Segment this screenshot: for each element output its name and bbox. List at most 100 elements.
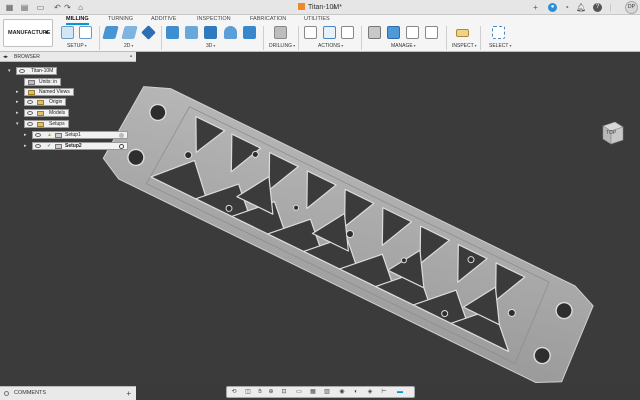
warning-icon: ▲ (47, 132, 52, 138)
close-tab-icon[interactable]: × (332, 3, 337, 12)
graphics-viewport[interactable]: TOP (0, 52, 640, 386)
browser-title: BROWSER (14, 54, 40, 60)
title-bar: ▦ ▤ ▭ ↶ ↷ ⌂ Titan-10M* × + ● ◔ 🔔︎ ? | DP (0, 0, 640, 15)
setup-icon (55, 133, 62, 138)
tab-inspection[interactable]: INSPECTION (197, 16, 231, 22)
folder-icon (37, 111, 44, 116)
part-model[interactable] (0, 52, 640, 386)
setup-sheet-icon[interactable] (79, 26, 92, 39)
active-dot-icon (119, 144, 124, 149)
chevron-down-icon: ▼ (44, 30, 49, 36)
post-library-icon[interactable] (425, 26, 438, 39)
eye-off-icon[interactable] (35, 144, 41, 148)
setup1-label: Setup1 (65, 132, 81, 138)
chevron-right-icon[interactable]: ▸ (24, 131, 30, 139)
2d-pocket-icon[interactable] (121, 26, 138, 39)
machine-library-icon[interactable] (387, 26, 400, 39)
new-tab-icon[interactable]: + (531, 3, 540, 12)
check-icon: ✓ (47, 143, 52, 149)
root-label: Titan-10M (31, 68, 54, 74)
browser-panel-header[interactable]: ◂▸ BROWSER ▪ (0, 52, 136, 62)
workspace-switcher[interactable]: MANUFACTURE ▼ (3, 19, 53, 47)
tab-milling[interactable]: MILLING (66, 16, 89, 25)
tab-fabrication[interactable]: FABRICATION (250, 16, 286, 22)
comments-label: COMMENTS (14, 390, 47, 396)
template-library-icon[interactable] (406, 26, 419, 39)
chevron-right-icon[interactable]: ▸ (16, 98, 22, 106)
ribbon-divider (263, 26, 264, 50)
toolbar-ribbon: MANUFACTURE ▼ MILLING TURNING ADDITIVE IN… (0, 15, 640, 52)
tool-library-icon[interactable] (368, 26, 381, 39)
chevron-right-icon[interactable]: ▸ (16, 109, 22, 117)
chevron-down-icon[interactable]: ◂▸ (3, 52, 8, 62)
models-label: Models (49, 110, 66, 116)
chevron-down-icon[interactable]: ▾ (8, 67, 14, 75)
navigation-bar: ⟲ ◫ ✋︎ ⊕ ⊡ ▭ ▦ ▥ ◉ ◐ ◈ ⊢ ▬ (226, 386, 415, 398)
viewcube[interactable]: TOP (597, 118, 627, 148)
tab-turning[interactable]: TURNING (108, 16, 133, 22)
ribbon-divider (480, 26, 481, 50)
3d-pocket-icon[interactable] (185, 26, 198, 39)
camera-icon[interactable]: ◉ (338, 389, 346, 396)
chevron-down-icon[interactable]: ▾ (16, 120, 22, 128)
eye-icon[interactable] (27, 111, 33, 115)
named-views-label: Named Views (39, 89, 70, 95)
user-avatar[interactable]: DP (625, 1, 638, 14)
eye-icon[interactable] (19, 69, 25, 73)
2d-adaptive-icon[interactable] (102, 26, 119, 39)
grid-icon[interactable]: ▦ (309, 389, 317, 396)
inspect-group-label[interactable]: INSPECT▾ (452, 43, 477, 49)
eye-off-icon[interactable] (35, 133, 41, 137)
comments-toggle-icon[interactable] (4, 391, 9, 396)
zoom-window-icon[interactable]: ⊡ (280, 389, 288, 396)
document-tab[interactable]: Titan-10M* (0, 3, 640, 11)
ribbon-divider (361, 26, 362, 50)
notifications-icon[interactable]: 🔔︎ (576, 3, 586, 12)
chevron-right-icon[interactable]: ▸ (16, 88, 22, 96)
3d-scallop-icon[interactable] (243, 26, 256, 39)
new-setup-icon[interactable] (61, 26, 74, 39)
drill-icon[interactable] (274, 26, 287, 39)
manage-group-label[interactable]: MANAGE▾ (391, 43, 416, 49)
comments-panel[interactable]: COMMENTS + (0, 386, 136, 400)
job-status-icon[interactable]: ● (548, 3, 557, 12)
extensions-icon[interactable]: ◔ (562, 3, 571, 12)
3d-group-label[interactable]: 3D▾ (206, 43, 215, 49)
orbit-icon[interactable]: ⟲ (230, 389, 238, 396)
2d-contour-icon[interactable] (141, 25, 156, 40)
chevron-right-icon[interactable]: ▸ (24, 142, 30, 150)
display-icon[interactable]: ▭ (295, 389, 303, 396)
actions-group-label[interactable]: ACTIONS▾ (318, 43, 343, 49)
3d-steep-shallow-icon[interactable] (204, 26, 217, 39)
viewports-icon[interactable]: ▥ (323, 389, 331, 396)
origin-label: Origin (49, 99, 63, 105)
measure-icon[interactable] (456, 29, 469, 37)
folder-icon (37, 122, 44, 127)
section-icon[interactable]: ◈ (366, 389, 374, 396)
post-process-icon[interactable] (323, 26, 336, 39)
tab-utilities[interactable]: UTILITIES (304, 16, 330, 22)
simulate-icon[interactable] (304, 26, 317, 39)
add-comment-icon[interactable]: + (126, 387, 131, 400)
setup2-label: Setup2 (65, 143, 82, 149)
eye-off-icon[interactable] (27, 100, 33, 104)
zoom-icon[interactable]: ⊕ (267, 389, 275, 396)
tab-additive[interactable]: ADDITIVE (151, 16, 176, 22)
select-group-label[interactable]: SELECT▾ (489, 43, 511, 49)
2d-group-label[interactable]: 2D▾ (124, 43, 133, 49)
separator-icon: | (609, 3, 612, 12)
select-icon[interactable] (492, 26, 505, 39)
3d-parallel-icon[interactable] (224, 26, 237, 39)
drilling-group-label[interactable]: DRILLING▾ (269, 43, 295, 49)
look-at-icon[interactable]: ◫ (244, 389, 252, 396)
setup-group-label[interactable]: SETUP▾ (67, 43, 87, 49)
effects-icon[interactable]: ◐ (352, 389, 360, 396)
stock-icon[interactable]: ▬ (396, 389, 404, 396)
panel-toggle-icon[interactable]: ▪ (130, 52, 132, 62)
pan-icon[interactable]: ✋︎ (256, 389, 264, 396)
3d-adaptive-icon[interactable] (166, 26, 179, 39)
eye-icon[interactable] (27, 122, 33, 126)
help-icon[interactable]: ? (593, 3, 602, 12)
simulate-icon[interactable]: ⊢ (380, 389, 388, 396)
generate-icon[interactable] (341, 26, 354, 39)
